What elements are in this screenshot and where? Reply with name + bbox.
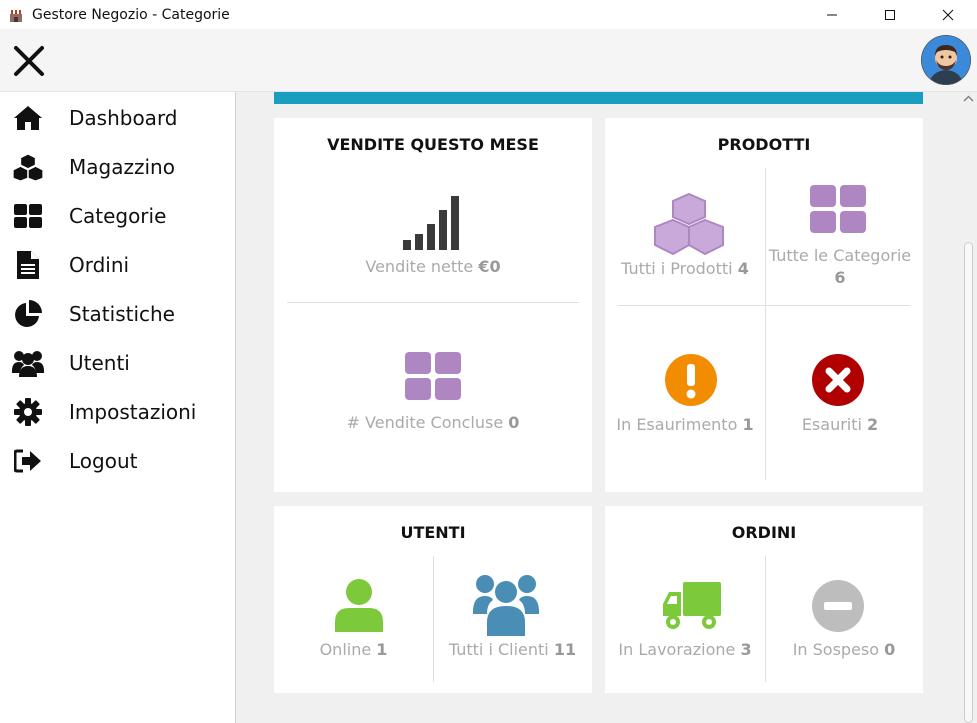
processing-orders-stat: In Lavorazione 3 bbox=[605, 639, 765, 661]
accent-bar bbox=[274, 92, 923, 104]
closed-sales-stat: # Vendite Concluse 0 bbox=[274, 412, 592, 434]
close-icon bbox=[942, 9, 954, 20]
out-of-stock-stat: Esauriti 2 bbox=[765, 414, 915, 436]
sidebar-item-ordini[interactable]: Ordini bbox=[0, 245, 236, 285]
window-title: Gestore Negozio - Categorie bbox=[32, 6, 230, 23]
maximize-icon bbox=[885, 9, 895, 20]
minimize-icon bbox=[827, 14, 837, 15]
window-titlebar: Gestore Negozio - Categorie bbox=[0, 0, 977, 29]
cubes-icon bbox=[654, 192, 724, 256]
warning-icon bbox=[665, 354, 717, 406]
stat-label: In Sospeso bbox=[792, 640, 880, 659]
stat-value: 4 bbox=[737, 259, 749, 278]
sidebar-item-impostazioni[interactable]: Impostazioni bbox=[0, 392, 236, 432]
cubes-icon bbox=[12, 151, 44, 183]
sidebar-item-utenti[interactable]: Utenti bbox=[0, 343, 236, 383]
sidebar: Dashboard Magazzino Categorie Ordini Sta… bbox=[0, 92, 236, 723]
sidebar-item-label: Magazzino bbox=[69, 155, 175, 179]
grid-icon bbox=[405, 352, 461, 400]
stat-label: Tutte le Categorie bbox=[768, 246, 912, 265]
users-card: UTENTI Online 1 Tutti i Clienti 11 bbox=[274, 506, 592, 693]
stat-value: 2 bbox=[867, 415, 879, 434]
sales-card: VENDITE QUESTO MESE Vendite nette €0 # V… bbox=[274, 118, 592, 492]
user-icon bbox=[335, 579, 383, 632]
stat-value: 11 bbox=[553, 640, 577, 659]
low-stock-stat: In Esaurimento 1 bbox=[605, 414, 765, 436]
stat-label: In Esaurimento bbox=[616, 415, 738, 434]
signal-bars-icon bbox=[403, 196, 459, 250]
vertical-scrollbar[interactable] bbox=[960, 92, 977, 723]
sidebar-item-label: Ordini bbox=[69, 253, 130, 277]
shop-app-icon bbox=[9, 9, 23, 22]
products-card: PRODOTTI Tutti i Prodotti 4 Tutte le Cat… bbox=[605, 118, 923, 492]
divider bbox=[287, 302, 579, 303]
stat-label: Vendite nette bbox=[365, 257, 474, 276]
truck-icon bbox=[663, 582, 721, 629]
online-users-stat: Online 1 bbox=[274, 639, 433, 661]
orders-card: ORDINI In Lavorazione 3 In Sospeso 0 bbox=[605, 506, 923, 693]
users-icon bbox=[473, 575, 539, 636]
sidebar-item-label: Dashboard bbox=[69, 106, 178, 130]
close-menu-icon[interactable] bbox=[12, 44, 46, 78]
pie-chart-icon bbox=[12, 298, 44, 330]
sidebar-item-categorie[interactable]: Categorie bbox=[0, 196, 236, 236]
stat-value: 1 bbox=[742, 415, 754, 434]
maximize-button[interactable] bbox=[861, 0, 919, 29]
minus-circle-icon bbox=[812, 580, 864, 632]
all-products-stat: Tutti i Prodotti 4 bbox=[605, 258, 765, 280]
card-title: VENDITE QUESTO MESE bbox=[327, 135, 539, 154]
net-sales-stat: Vendite nette €0 bbox=[274, 256, 592, 278]
stat-value: 3 bbox=[740, 640, 752, 659]
users-icon bbox=[12, 347, 44, 379]
stat-value: 6 bbox=[834, 268, 846, 287]
stat-label: Esauriti bbox=[801, 415, 862, 434]
stat-value: €0 bbox=[478, 257, 501, 276]
stat-value: 0 bbox=[884, 640, 896, 659]
sidebar-item-dashboard[interactable]: Dashboard bbox=[0, 98, 236, 138]
sidebar-item-label: Categorie bbox=[69, 204, 167, 228]
divider bbox=[618, 305, 910, 306]
dashboard-content: VENDITE QUESTO MESE Vendite nette €0 # V… bbox=[237, 92, 960, 723]
stat-label: # Vendite Concluse bbox=[346, 413, 504, 432]
card-title: ORDINI bbox=[731, 523, 797, 542]
minimize-button[interactable] bbox=[803, 0, 861, 29]
document-icon bbox=[12, 249, 44, 281]
scrollbar-thumb[interactable] bbox=[964, 242, 973, 723]
all-clients-stat: Tutti i Clienti 11 bbox=[433, 639, 592, 661]
home-icon bbox=[12, 102, 44, 134]
stat-label: In Lavorazione bbox=[618, 640, 736, 659]
close-window-button[interactable] bbox=[919, 0, 977, 29]
all-categories-stat: Tutte le Categorie 6 bbox=[765, 245, 915, 289]
sidebar-item-logout[interactable]: Logout bbox=[0, 441, 236, 481]
grid-icon bbox=[810, 185, 866, 233]
error-icon bbox=[812, 354, 864, 406]
sidebar-item-label: Utenti bbox=[69, 351, 130, 375]
sidebar-item-magazzino[interactable]: Magazzino bbox=[0, 147, 236, 187]
grid-icon bbox=[12, 200, 44, 232]
stat-value: 0 bbox=[508, 413, 520, 432]
sidebar-item-label: Logout bbox=[69, 449, 138, 473]
pending-orders-stat: In Sospeso 0 bbox=[765, 639, 923, 661]
stat-label: Tutti i Clienti bbox=[448, 640, 549, 659]
app-header bbox=[0, 29, 977, 92]
avatar[interactable] bbox=[921, 35, 971, 85]
sidebar-item-label: Impostazioni bbox=[69, 400, 197, 424]
stat-label: Online bbox=[319, 640, 372, 659]
sidebar-item-statistiche[interactable]: Statistiche bbox=[0, 294, 236, 334]
card-title: PRODOTTI bbox=[717, 135, 811, 154]
chevron-up-icon[interactable] bbox=[963, 94, 974, 104]
sidebar-item-label: Statistiche bbox=[69, 302, 175, 326]
gear-icon bbox=[12, 396, 44, 428]
divider bbox=[433, 556, 434, 682]
logout-icon bbox=[12, 445, 44, 477]
stat-value: 1 bbox=[376, 640, 388, 659]
stat-label: Tutti i Prodotti bbox=[621, 259, 733, 278]
divider bbox=[765, 556, 766, 682]
card-title: UTENTI bbox=[400, 523, 466, 542]
